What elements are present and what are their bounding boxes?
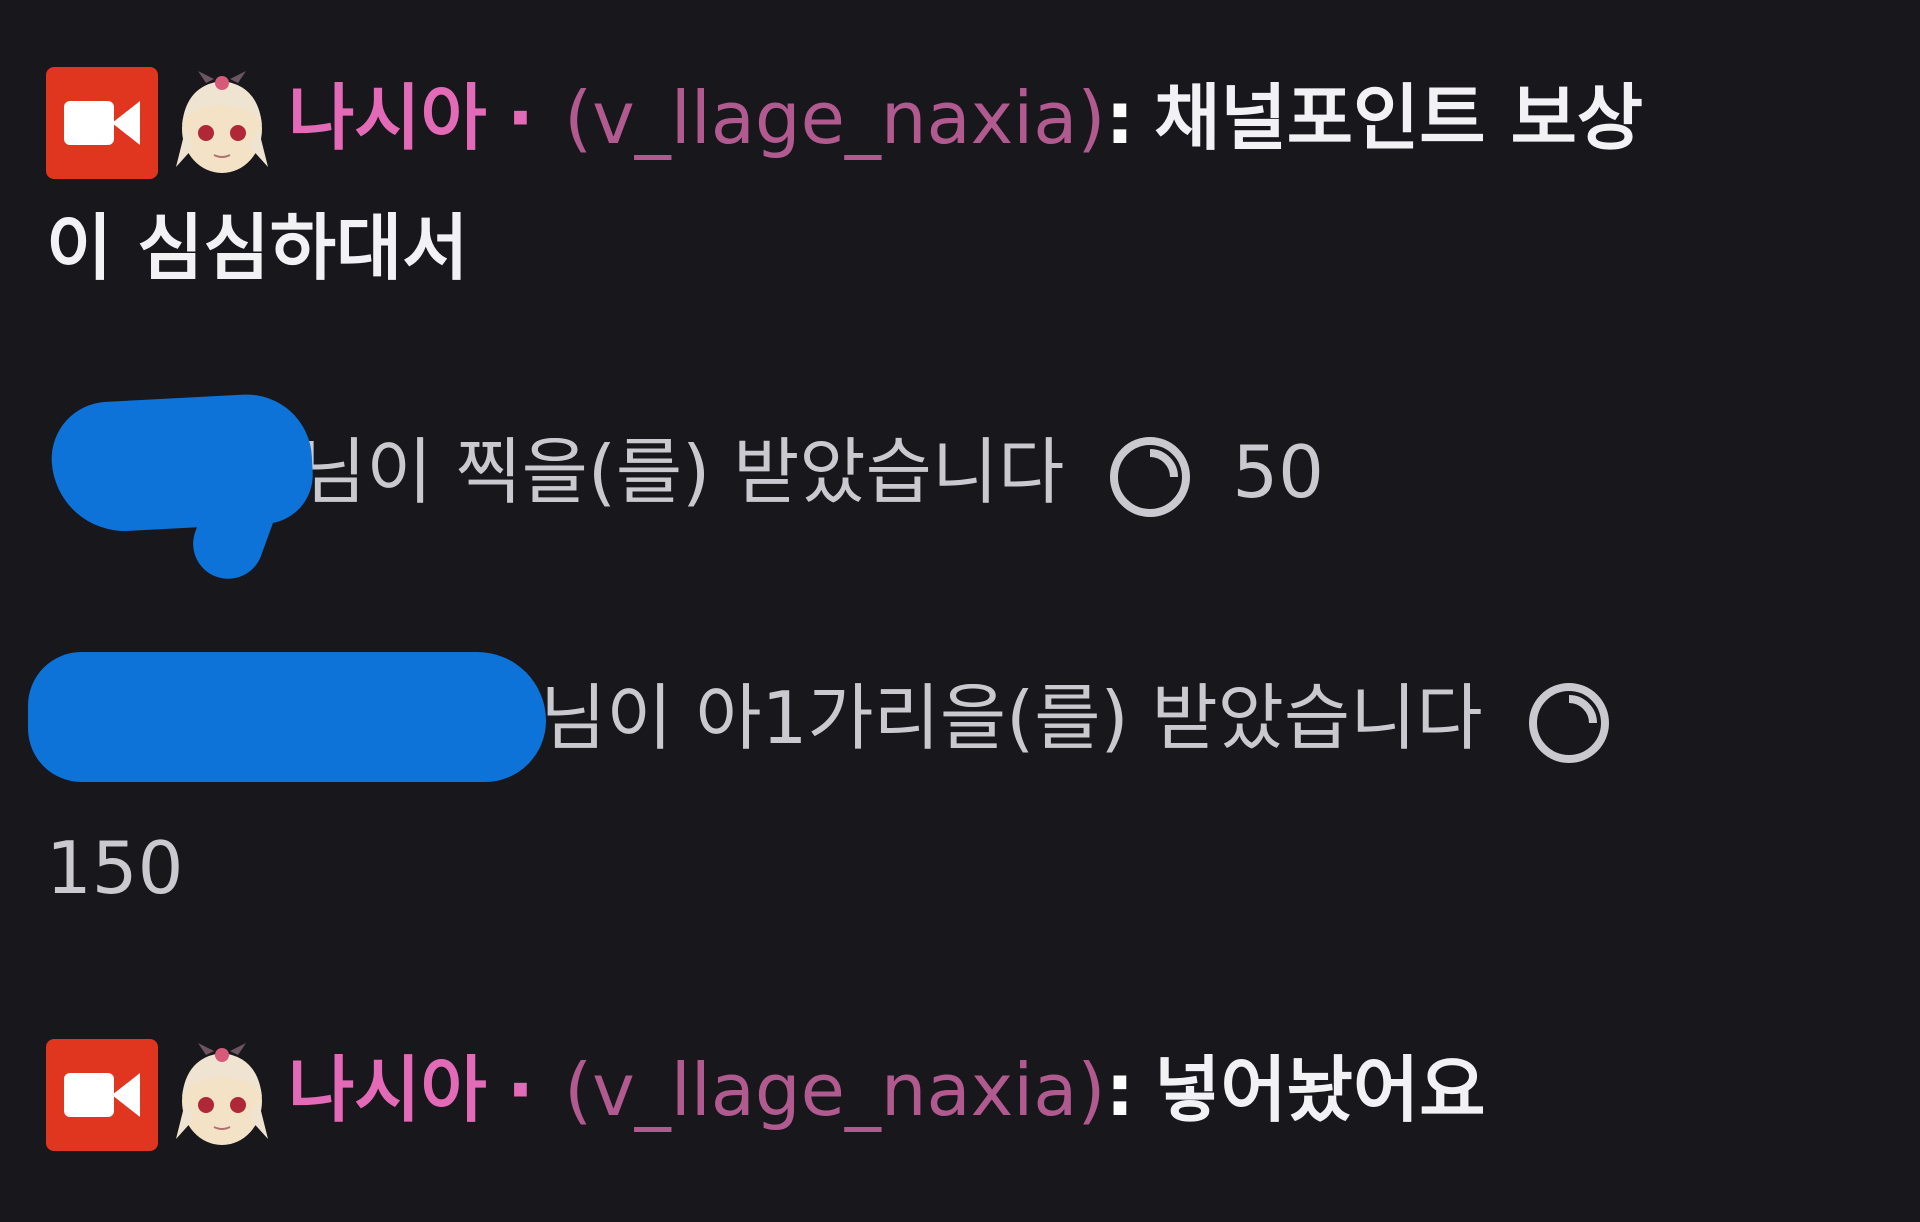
message-text: 채널포인트 보상 [1154, 76, 1644, 160]
display-name[interactable]: 나시아 [288, 76, 487, 160]
name-separator: · [506, 76, 535, 160]
chat-message: 나시아 · (v_llage_naxia): 채널포인트 보상 [46, 56, 1643, 180]
points-value: 50 [1232, 430, 1324, 514]
name-separator: · [506, 1048, 535, 1132]
channel-points-icon [1528, 683, 1609, 764]
colon: : [1105, 1048, 1135, 1132]
redemption-text: 님이 찍을(를) 받았습니다 [300, 430, 1065, 514]
redemption-notice: 님이 아1가리을(를) 받았습니다 [540, 656, 1651, 780]
login-name[interactable]: (v_llage_naxia) [564, 1048, 1105, 1132]
broadcaster-camera-icon[interactable] [46, 67, 158, 180]
broadcaster-camera-icon[interactable] [46, 1039, 158, 1152]
redemption-notice: 님이 찍을(를) 받았습니다 50 [300, 410, 1324, 534]
login-name[interactable]: (v_llage_naxia) [564, 76, 1105, 160]
points-value: 150 [46, 826, 184, 910]
anime-girl-avatar-emote[interactable] [166, 1039, 278, 1151]
message-text: 넣어놨어요 [1154, 1048, 1486, 1132]
redemption-text: 님이 아1가리을(를) 받았습니다 [540, 676, 1483, 760]
chat-log: 나시아 · (v_llage_naxia): 채널포인트 보상 이 심심하대서 님이 … [0, 0, 1920, 1222]
channel-points-icon [1110, 437, 1191, 518]
redacted-username [28, 652, 546, 782]
anime-girl-avatar-emote[interactable] [166, 67, 278, 179]
colon: : [1105, 76, 1135, 160]
message-text-continued: 이 심심하대서 [46, 206, 469, 290]
display-name[interactable]: 나시아 [288, 1048, 487, 1132]
points-value-wrapped: 150 [46, 806, 183, 930]
chat-message: 나시아 · (v_llage_naxia): 넣어놨어요 [46, 1028, 1486, 1152]
